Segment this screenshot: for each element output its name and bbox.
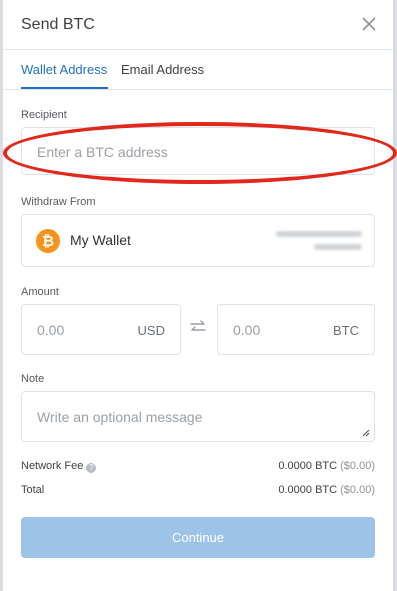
total-btc: 0.0000 BTC [278,484,338,496]
swap-arrows-icon[interactable] [189,318,207,336]
amount-label: Amount [21,286,59,298]
note-placeholder: Write an optional message [37,409,203,425]
network-fee-value: 0.0000 BTC ($0.00) [278,460,375,472]
network-fee-usd: ($0.00) [340,460,375,472]
tab-wallet-address[interactable]: Wallet Address [21,62,107,77]
tab-bar: Wallet Address Email Address [3,50,393,90]
recipient-input[interactable]: Enter a BTC address [21,127,375,175]
total-usd: ($0.00) [340,484,375,496]
blurred-balance-usd [314,244,362,250]
network-fee-label: Network Fee [21,460,84,472]
tab-email-address[interactable]: Email Address [121,62,204,77]
modal-header: Send BTC [3,0,393,50]
wallet-selector[interactable]: ₿ My Wallet [21,214,375,267]
btc-amount-value: 0.00 [233,322,261,338]
recipient-placeholder: Enter a BTC address [37,144,168,160]
usd-amount-input[interactable]: 0.00 USD [21,304,181,355]
total-label: Total [21,484,45,496]
usd-amount-value: 0.00 [37,322,65,338]
resize-handle-icon[interactable] [362,429,370,437]
btc-amount-input[interactable]: 0.00 BTC [217,304,375,355]
usd-unit: USD [137,323,165,338]
close-button[interactable] [357,12,381,36]
total-row: Total 0.0000 BTC ($0.00) [21,484,375,496]
total-value: 0.0000 BTC ($0.00) [278,484,375,496]
modal-title: Send BTC [21,16,95,33]
network-fee-btc: 0.0000 BTC [278,460,338,472]
wallet-name: My Wallet [70,232,131,248]
close-icon [362,17,376,31]
note-textarea[interactable]: Write an optional message [21,391,375,442]
network-fee-row: Network Fee? 0.0000 BTC ($0.00) [21,460,375,473]
bitcoin-icon: ₿ [36,229,60,253]
active-tab-indicator [21,87,108,89]
withdraw-from-label: Withdraw From [21,196,96,208]
btc-unit: BTC [333,323,359,338]
send-btc-modal: Send BTC Wallet Address Email Address Re… [3,0,397,591]
continue-button[interactable]: Continue [21,517,375,558]
recipient-label: Recipient [21,109,67,121]
blurred-balance-btc [276,231,362,237]
note-label: Note [21,373,45,385]
info-icon[interactable]: ? [86,463,97,473]
